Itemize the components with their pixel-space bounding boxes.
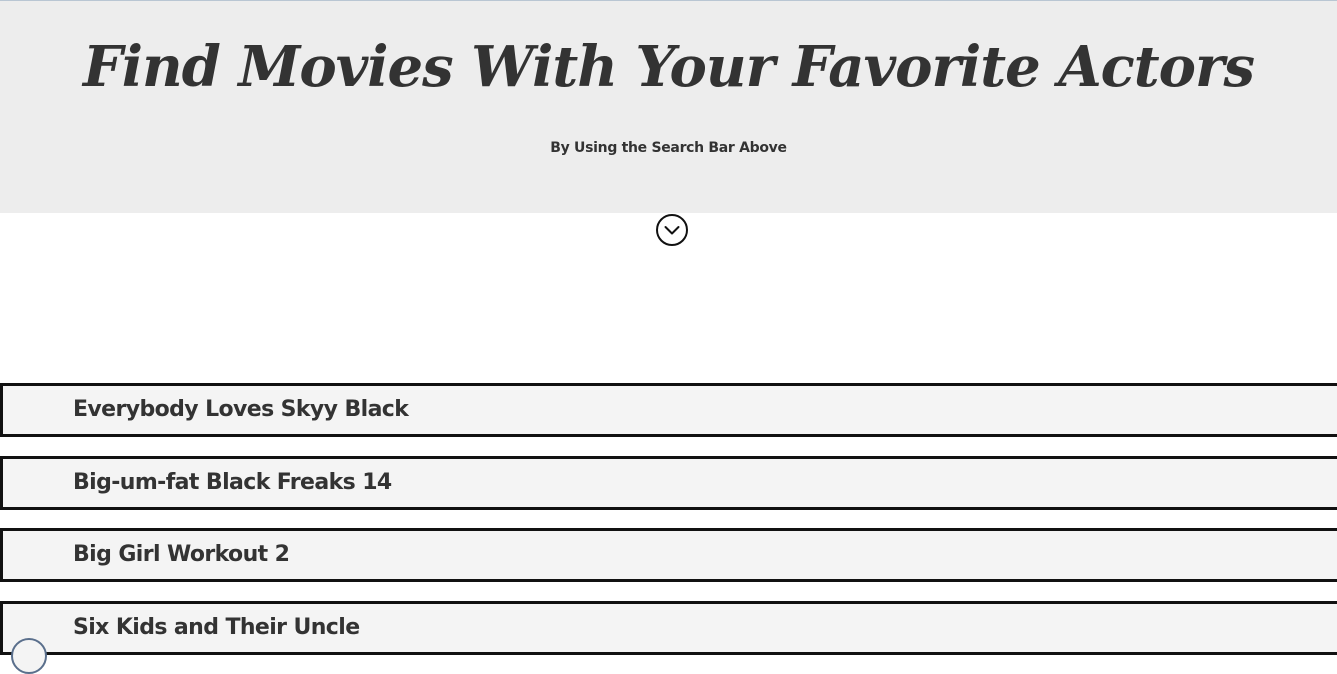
movie-result-row[interactable]: Everybody Loves Skyy Black [0, 383, 1337, 437]
page-title: Find Movies With Your Favorite Actors [82, 34, 1255, 100]
movie-title: Big-um-fat Black Freaks 14 [73, 470, 392, 495]
chevron-down-circle-icon [656, 214, 688, 246]
movie-title: Everybody Loves Skyy Black [73, 397, 409, 422]
movie-result-row[interactable]: Big-um-fat Black Freaks 14 [0, 456, 1337, 510]
hero-banner: Find Movies With Your Favorite Actors By… [0, 1, 1337, 213]
scroll-down-button[interactable] [655, 213, 689, 247]
movie-result-row[interactable]: Big Girl Workout 2 [0, 528, 1337, 582]
row-circle-icon [11, 638, 47, 674]
movie-title: Six Kids and Their Uncle [73, 615, 360, 640]
page-subtitle: By Using the Search Bar Above [550, 140, 787, 156]
movie-result-row[interactable]: Six Kids and Their Uncle [0, 601, 1337, 674]
movie-title: Big Girl Workout 2 [73, 542, 290, 567]
